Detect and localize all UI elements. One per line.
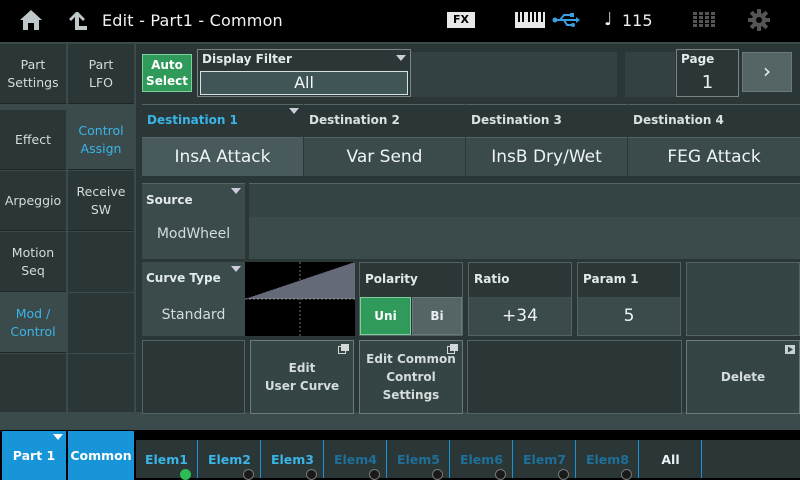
grid-icon[interactable] — [693, 12, 715, 28]
edit-common-control-label: Edit Common Control Settings — [366, 352, 456, 402]
element-tab-5[interactable]: Elem5 — [388, 440, 450, 480]
destination-4[interactable]: Destination 4 FEG Attack — [628, 104, 800, 176]
destination-label: Destination 3 — [466, 104, 627, 138]
element-tab-label: Elem5 — [396, 452, 441, 467]
curve-graph — [245, 262, 355, 336]
element-tab-all[interactable]: All — [640, 440, 702, 478]
element-tab-1[interactable]: Elem1 — [136, 440, 198, 480]
param1-control[interactable]: Param 1 5 — [577, 262, 681, 336]
edit-common-control-button[interactable]: Edit Common Control Settings — [359, 340, 463, 414]
destination-value[interactable]: InsB Dry/Wet — [466, 138, 627, 176]
polarity-uni-button[interactable]: Uni — [360, 297, 411, 335]
display-filter[interactable]: Display Filter All — [197, 49, 411, 97]
dropdown-arrow-icon — [231, 266, 241, 272]
ratio-value[interactable]: +34 — [469, 297, 571, 335]
ratio-label: Ratio — [474, 272, 510, 286]
element-status-icon — [243, 469, 254, 480]
element-tab-label: Elem2 — [207, 452, 252, 467]
element-status-icon — [432, 469, 443, 480]
home-icon[interactable] — [18, 8, 44, 32]
curve-type-selector[interactable]: Curve Type Standard — [142, 262, 245, 336]
display-filter-value[interactable]: All — [200, 71, 408, 95]
fx-icon[interactable]: FX — [447, 12, 475, 28]
next-page-button[interactable]: › — [742, 52, 792, 92]
element-status-icon — [621, 469, 632, 480]
content-overlay: Auto Select Display Filter All Page 1 › … — [0, 42, 800, 430]
element-tab-8[interactable]: Elem8 — [577, 440, 639, 480]
delete-button[interactable]: Delete — [686, 340, 800, 414]
destination-2[interactable]: Destination 2 Var Send — [304, 104, 465, 176]
bottom-spacer — [142, 340, 245, 414]
bottom-spacer — [467, 340, 682, 414]
destination-3[interactable]: Destination 3 InsB Dry/Wet — [466, 104, 627, 176]
usb-icon — [552, 13, 580, 27]
dropdown-arrow-icon — [289, 108, 299, 114]
top-bar: Edit - Part1 - Common FX ♩ 115 — [0, 0, 800, 42]
curve-graph-svg — [245, 262, 355, 336]
element-tab-label: Elem6 — [459, 452, 504, 467]
curve-type-value[interactable]: Standard — [142, 307, 245, 323]
filter-spacer — [411, 52, 617, 97]
part-tab-label: Part 1 — [12, 448, 56, 463]
menu-triangle-icon — [785, 345, 795, 354]
destination-value[interactable]: InsA Attack — [142, 138, 303, 176]
page-title: Edit - Part1 - Common — [102, 11, 283, 30]
param-spacer — [686, 262, 800, 336]
element-status-icon — [558, 469, 569, 480]
destination-label: Destination 2 — [304, 104, 465, 138]
destination-label: Destination 1 — [142, 104, 303, 138]
polarity-label: Polarity — [365, 272, 418, 286]
keyboard-icon[interactable] — [515, 12, 545, 28]
note-icon: ♩ — [604, 9, 613, 30]
source-selector[interactable]: Source ModWheel — [142, 183, 245, 259]
element-tab-label: Elem7 — [522, 452, 567, 467]
destination-1[interactable]: Destination 1 InsA Attack — [142, 104, 303, 176]
dropdown-arrow-icon — [231, 188, 241, 194]
tempo-value[interactable]: 115 — [622, 11, 653, 30]
auto-select-button[interactable]: Auto Select — [142, 54, 192, 92]
element-tab-label: Elem3 — [270, 452, 315, 467]
element-status-icon — [180, 469, 191, 480]
polarity-bi-button[interactable]: Bi — [412, 297, 462, 335]
popup-icon — [447, 344, 458, 354]
polarity-control: Polarity Uni Bi — [359, 262, 463, 336]
dropdown-arrow-icon — [53, 434, 63, 440]
dropdown-arrow-icon — [396, 55, 406, 61]
ratio-control[interactable]: Ratio +34 — [468, 262, 572, 336]
part-tab[interactable]: Part 1 — [2, 431, 66, 480]
page-selector[interactable]: Page 1 — [676, 49, 739, 97]
param1-label: Param 1 — [583, 272, 639, 286]
element-status-icon — [369, 469, 380, 480]
element-tab-4[interactable]: Elem4 — [325, 440, 387, 480]
param1-value[interactable]: 5 — [578, 297, 680, 335]
element-tab-6[interactable]: Elem6 — [451, 440, 513, 480]
popup-icon — [338, 344, 349, 354]
source-value[interactable]: ModWheel — [142, 226, 245, 242]
element-tab-7[interactable]: Elem7 — [514, 440, 576, 480]
up-arrow-icon[interactable] — [66, 8, 90, 32]
gear-icon[interactable] — [748, 9, 770, 31]
display-filter-label: Display Filter — [202, 52, 292, 66]
bottom-bar: Part 1 Common Elem1 Elem2 Elem3 Elem4 Elem5 E… — [0, 430, 800, 480]
page-value: 1 — [701, 72, 714, 93]
edit-user-curve-label: Edit User Curve — [264, 361, 340, 393]
element-tab-label: Elem4 — [333, 452, 378, 467]
destination-value[interactable]: FEG Attack — [628, 138, 800, 176]
destination-value[interactable]: Var Send — [304, 138, 465, 176]
destination-label: Destination 4 — [628, 104, 800, 138]
curve-type-label: Curve Type — [146, 271, 221, 285]
page-label: Page — [681, 52, 715, 66]
element-status-icon — [495, 469, 506, 480]
element-tab-label: Elem1 — [144, 452, 189, 467]
element-tab-3[interactable]: Elem3 — [262, 440, 324, 480]
element-status-icon — [306, 469, 317, 480]
edit-user-curve-button[interactable]: Edit User Curve — [250, 340, 354, 414]
page-spacer — [625, 52, 675, 97]
source-label: Source — [146, 193, 193, 207]
common-tab[interactable]: Common — [68, 431, 134, 480]
element-tab-2[interactable]: Elem2 — [199, 440, 261, 480]
delete-label: Delete — [720, 370, 766, 384]
source-spacer — [249, 183, 800, 259]
element-tab-label: Elem8 — [585, 452, 630, 467]
